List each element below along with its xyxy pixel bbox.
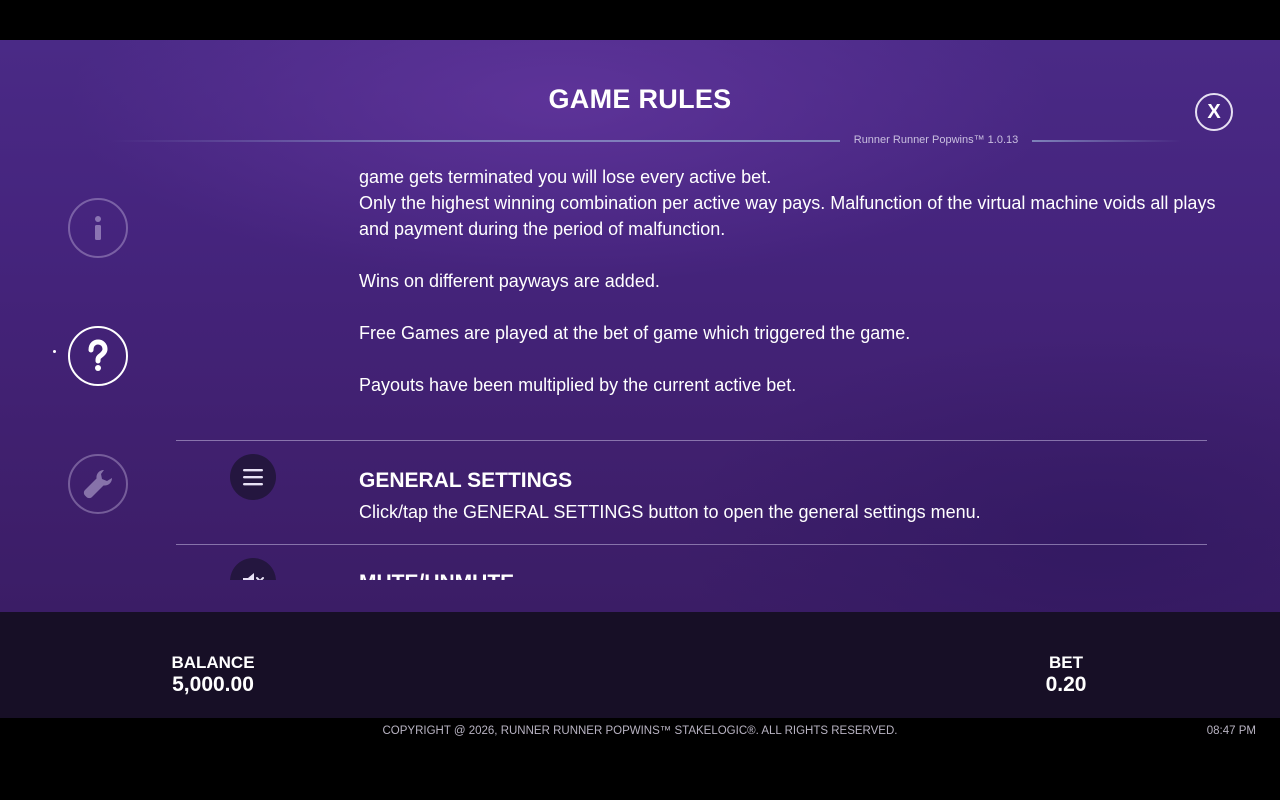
- mute-heading: MUTE/UNMUTE: [359, 571, 514, 580]
- speaker-mute-icon: [230, 558, 276, 580]
- question-icon: [88, 339, 108, 371]
- rules-paragraph: Free Games are played at the bet of game…: [359, 323, 911, 343]
- info-icon: [95, 216, 101, 240]
- copyright-text: COPYRIGHT @ 2026, RUNNER RUNNER POPWINS™…: [382, 725, 898, 737]
- bet-label: BET: [1049, 653, 1083, 672]
- clock: 08:47 PM: [1206, 725, 1256, 737]
- section-divider: [176, 440, 1207, 441]
- title-divider-right: [1032, 140, 1182, 142]
- bottom-status-bar: BALANCE 5,000.00 BET 0.20: [0, 612, 1280, 718]
- title-divider-left: [110, 140, 840, 142]
- balance-label: BALANCE: [171, 653, 255, 672]
- general-settings-description: Click/tap the GENERAL SETTINGS button to…: [359, 502, 981, 522]
- balance-display: BALANCE 5,000.00: [148, 653, 278, 697]
- general-settings-heading: GENERAL SETTINGS: [359, 469, 573, 492]
- active-indicator-dot: [53, 350, 56, 353]
- close-button[interactable]: X: [1195, 93, 1233, 131]
- bet-display: BET 0.20: [1016, 653, 1116, 697]
- rules-paragraph: Wins on different payways are added.: [359, 271, 660, 291]
- rules-text: game gets terminated you will lose every…: [359, 164, 1219, 398]
- bet-value: 0.20: [1045, 673, 1087, 696]
- mute-section-partial: MUTE/UNMUTE: [176, 555, 1207, 580]
- section-divider: [176, 544, 1207, 545]
- sidebar-item-info[interactable]: [68, 198, 128, 258]
- version-label: Runner Runner Popwins™ 1.0.13: [853, 134, 1019, 146]
- top-black-bar: [0, 0, 1280, 40]
- game-rules-panel: GAME RULES Runner Runner Popwins™ 1.0.13…: [0, 40, 1280, 612]
- rules-paragraph: Only the highest winning combination per…: [359, 193, 1216, 239]
- rules-paragraph: game gets terminated you will lose every…: [359, 167, 772, 187]
- rules-paragraph: Payouts have been multiplied by the curr…: [359, 375, 797, 395]
- page-title: GAME RULES: [548, 84, 732, 114]
- sidebar-item-help[interactable]: [68, 326, 128, 386]
- balance-value: 5,000.00: [172, 673, 254, 696]
- wrench-icon: [83, 470, 112, 499]
- sidebar-item-settings[interactable]: [68, 454, 128, 514]
- hamburger-menu-icon: [230, 454, 276, 500]
- footer: COPYRIGHT @ 2026, RUNNER RUNNER POPWINS™…: [0, 718, 1280, 800]
